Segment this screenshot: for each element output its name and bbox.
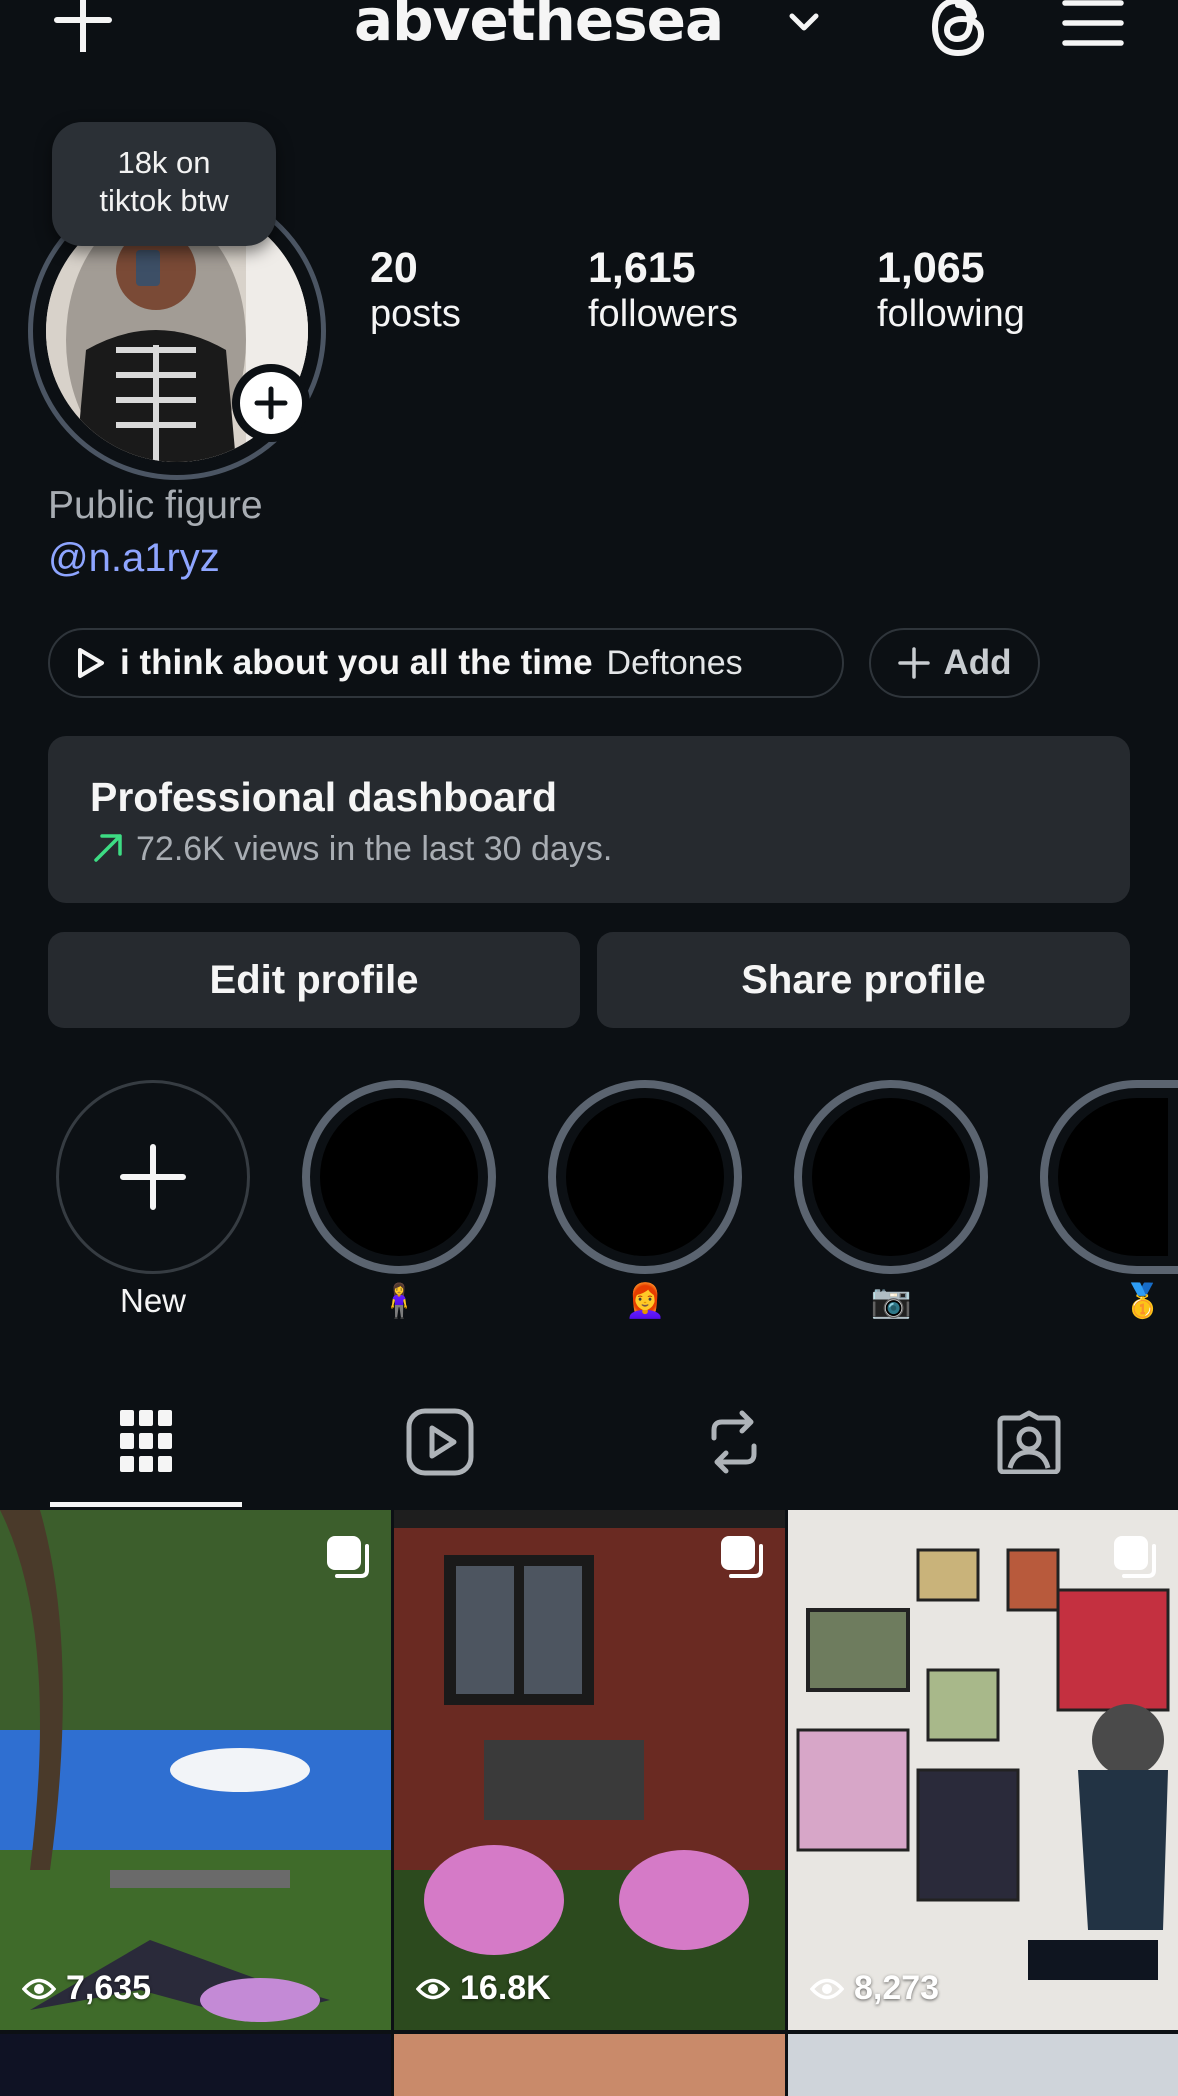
- dashboard-title: Professional dashboard: [90, 774, 558, 820]
- eye-icon: [810, 1978, 844, 1999]
- stat-following-label: following: [877, 293, 1025, 335]
- highlight-label: 🥇: [1122, 1282, 1164, 1319]
- profile-note-bubble[interactable]: 18k on tiktok btw: [52, 122, 276, 246]
- stat-following[interactable]: 1,065 following: [877, 244, 1025, 336]
- post-thumbnail[interactable]: [394, 2034, 785, 2096]
- stat-posts-value: 20: [370, 244, 418, 292]
- eye-icon: [416, 1978, 450, 1999]
- highlight-new[interactable]: [56, 1080, 250, 1274]
- profile-handle-link[interactable]: @n.a1ryz: [48, 536, 220, 581]
- carousel-icon: [327, 1536, 369, 1578]
- post-views: 7,635: [22, 1969, 151, 2008]
- highlight-label: New: [119, 1282, 187, 1319]
- music-artist: Deftones: [606, 643, 743, 682]
- grid-icon[interactable]: [118, 1408, 174, 1474]
- profile-music-pill[interactable]: i think about you all the time Deftones: [48, 628, 844, 698]
- stat-posts[interactable]: 20 posts: [370, 244, 461, 336]
- highlight-item[interactable]: [302, 1080, 496, 1274]
- post-thumbnail[interactable]: 8,273: [788, 1510, 1178, 2030]
- highlight-item[interactable]: [548, 1080, 742, 1274]
- post-views-count: 16.8K: [460, 1969, 551, 2007]
- profile-category: Public figure: [48, 484, 263, 527]
- create-plus-icon[interactable]: [50, 0, 116, 52]
- add-link-label: Add: [943, 643, 1012, 682]
- tagged-icon[interactable]: [996, 1410, 1062, 1474]
- threads-icon[interactable]: [928, 0, 992, 60]
- plus-icon: [898, 647, 931, 679]
- highlight-item[interactable]: [794, 1080, 988, 1274]
- reposts-icon[interactable]: [704, 1408, 764, 1476]
- carousel-icon: [721, 1536, 763, 1578]
- active-tab-indicator: [50, 1502, 242, 1507]
- post-thumbnail[interactable]: 16.8K: [394, 1510, 785, 2030]
- chevron-down-icon[interactable]: [784, 6, 824, 36]
- stat-followers-value: 1,615: [588, 244, 696, 292]
- stat-following-value: 1,065: [877, 244, 985, 292]
- add-link-button[interactable]: Add: [869, 628, 1040, 698]
- play-icon: [78, 648, 104, 678]
- plus-icon: [120, 1144, 186, 1210]
- highlight-label: 👩‍🦰: [624, 1282, 666, 1319]
- highlight-item[interactable]: [1040, 1080, 1178, 1274]
- stat-followers-label: followers: [588, 293, 738, 335]
- stat-followers[interactable]: 1,615 followers: [588, 244, 738, 336]
- edit-profile-button[interactable]: Edit profile: [48, 932, 580, 1028]
- trend-up-arrow-icon: [94, 834, 122, 862]
- stat-posts-label: posts: [370, 293, 461, 335]
- post-views: 8,273: [810, 1969, 939, 2008]
- highlight-label: 📷: [870, 1282, 912, 1319]
- post-thumbnail[interactable]: [0, 2034, 391, 2096]
- eye-icon: [22, 1978, 56, 1999]
- post-thumbnail[interactable]: 7,635: [0, 1510, 391, 2030]
- post-views-count: 8,273: [854, 1969, 940, 2007]
- add-story-button[interactable]: [232, 364, 310, 442]
- highlight-label: 🧍‍♀️: [378, 1282, 420, 1319]
- share-profile-button[interactable]: Share profile: [597, 932, 1130, 1028]
- post-views: 16.8K: [416, 1969, 551, 2008]
- post-thumbnail[interactable]: [788, 2034, 1178, 2096]
- profile-username[interactable]: abvethesea: [354, 0, 724, 54]
- music-song-title: i think about you all the time: [120, 643, 593, 682]
- post-views-count: 7,635: [66, 1969, 152, 2007]
- carousel-icon: [1114, 1536, 1156, 1578]
- menu-icon[interactable]: [1062, 0, 1124, 46]
- professional-dashboard-card[interactable]: Professional dashboard 72.6K views in th…: [48, 736, 1130, 903]
- reels-icon[interactable]: [406, 1408, 474, 1476]
- dashboard-subtitle: 72.6K views in the last 30 days.: [136, 830, 613, 868]
